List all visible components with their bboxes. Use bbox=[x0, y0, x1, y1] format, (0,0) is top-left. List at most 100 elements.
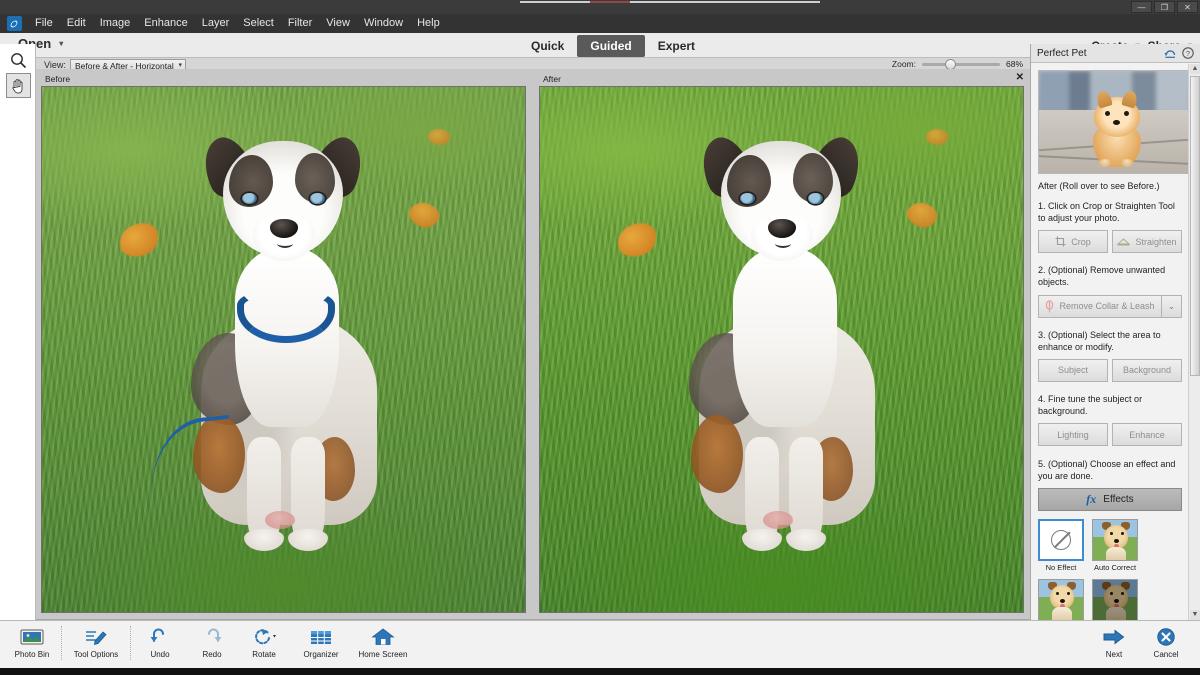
rotate-button[interactable]: Rotate bbox=[238, 624, 290, 659]
enhance-button[interactable]: Enhance bbox=[1112, 423, 1182, 447]
dog-subject bbox=[142, 119, 419, 592]
next-button[interactable]: Next bbox=[1088, 624, 1140, 659]
remove-collar-leash-label: Remove Collar & Leash bbox=[1059, 301, 1155, 312]
after-label: After bbox=[543, 74, 561, 84]
undo-icon bbox=[150, 628, 164, 642]
divider bbox=[130, 626, 131, 660]
scroll-down-icon[interactable]: ▼ bbox=[1190, 610, 1200, 620]
panel-scrollbar[interactable]: ▲ ▼ bbox=[1188, 64, 1200, 620]
background-button[interactable]: Background bbox=[1112, 358, 1182, 382]
bottom-toolbar-right: Next Cancel bbox=[1088, 624, 1192, 659]
reset-icon[interactable] bbox=[1164, 48, 1177, 59]
lighting-button[interactable]: Lighting bbox=[1038, 423, 1108, 447]
pomeranian-subject bbox=[1085, 89, 1149, 167]
guided-edit-panel: Perfect Pet ? After (Roll over to see Be… bbox=[1030, 44, 1200, 620]
photo-bin-button[interactable]: Photo Bin bbox=[6, 624, 58, 659]
menu-item-filter[interactable]: Filter bbox=[281, 14, 319, 33]
home-screen-icon bbox=[371, 628, 395, 645]
rotate-icon bbox=[255, 629, 276, 645]
tab-quick[interactable]: Quick bbox=[518, 35, 577, 57]
hand-tool-button[interactable] bbox=[6, 73, 31, 98]
mode-tabs: Quick Guided Expert bbox=[518, 33, 708, 58]
window-controls: — ❐ ✕ bbox=[1131, 1, 1198, 13]
scroll-up-icon[interactable]: ▲ bbox=[1190, 64, 1200, 74]
menu-bar: File Edit Image Enhance Layer Select Fil… bbox=[0, 14, 1200, 33]
tab-expert[interactable]: Expert bbox=[645, 35, 708, 57]
menu-item-view[interactable]: View bbox=[319, 14, 357, 33]
zoom-control: Zoom: 68% bbox=[891, 58, 1028, 70]
undo-label: Undo bbox=[150, 650, 170, 659]
no-effect-icon bbox=[1051, 530, 1071, 551]
menu-item-layer[interactable]: Layer bbox=[195, 14, 237, 33]
undo-button[interactable]: Undo bbox=[134, 624, 186, 659]
menu-item-select[interactable]: Select bbox=[236, 14, 281, 33]
canvas-area: ✕ Before After bbox=[36, 69, 1030, 620]
cancel-icon bbox=[1157, 628, 1175, 646]
next-arrow-icon bbox=[1103, 629, 1125, 645]
straighten-button[interactable]: Straighten bbox=[1112, 230, 1182, 254]
restore-button[interactable]: ❐ bbox=[1154, 1, 1175, 13]
menu-item-enhance[interactable]: Enhance bbox=[137, 14, 194, 33]
chevron-down-icon[interactable]: ⌄ bbox=[1162, 294, 1182, 318]
before-label: Before bbox=[45, 74, 71, 84]
effects-label: Effects bbox=[1103, 494, 1134, 506]
effects-button[interactable]: fx Effects bbox=[1038, 488, 1182, 512]
bottom-toolbar: Photo Bin Tool Options Undo Redo Rotate … bbox=[0, 620, 1200, 675]
zoom-label: Zoom: bbox=[891, 59, 916, 69]
redo-label: Redo bbox=[202, 650, 222, 659]
scrollbar-thumb[interactable] bbox=[1190, 76, 1200, 376]
application-window: — ❐ ✕ File Edit Image Enhance Layer Sele… bbox=[0, 0, 1200, 675]
cancel-button[interactable]: Cancel bbox=[1140, 624, 1192, 659]
step-2-text: 2. (Optional) Remove unwanted objects. bbox=[1038, 265, 1166, 288]
rotate-label: Rotate bbox=[252, 650, 276, 659]
photo-bin-icon bbox=[20, 629, 44, 645]
redo-button[interactable]: Redo bbox=[186, 624, 238, 659]
title-bar-decoration-accent bbox=[590, 1, 630, 3]
menu-item-window[interactable]: Window bbox=[357, 14, 410, 33]
organizer-label: Organizer bbox=[303, 650, 339, 659]
home-screen-label: Home Screen bbox=[358, 650, 408, 659]
mode-bar: Open ▾ Quick Guided Expert Create ▾ Shar… bbox=[0, 33, 1200, 58]
minimize-button[interactable]: — bbox=[1131, 1, 1152, 13]
menu-item-image[interactable]: Image bbox=[93, 14, 138, 33]
app-logo-icon bbox=[0, 14, 28, 33]
panel-title: Perfect Pet bbox=[1037, 47, 1087, 59]
step-5-text: 5. (Optional) Choose an effect and you a… bbox=[1038, 459, 1176, 482]
preview-image[interactable] bbox=[1038, 70, 1189, 174]
before-image[interactable] bbox=[41, 86, 526, 613]
after-image[interactable] bbox=[539, 86, 1024, 613]
remove-collar-leash-button[interactable]: Remove Collar & Leash bbox=[1038, 294, 1162, 318]
zoom-slider[interactable] bbox=[922, 58, 1000, 70]
menu-item-file[interactable]: File bbox=[28, 14, 60, 33]
photo-bin-label: Photo Bin bbox=[14, 650, 50, 659]
help-icon[interactable]: ? bbox=[1182, 47, 1194, 59]
organizer-button[interactable]: Organizer bbox=[290, 624, 352, 659]
effect-thumb-auto-correct[interactable]: Auto Correct bbox=[1092, 519, 1138, 572]
home-screen-button[interactable]: Home Screen bbox=[352, 624, 414, 659]
footer-strip bbox=[0, 668, 1200, 675]
tab-guided[interactable]: Guided bbox=[577, 34, 645, 57]
preview-caption: After (Roll over to see Before.) bbox=[1038, 181, 1160, 191]
redo-icon bbox=[208, 628, 222, 642]
subject-button[interactable]: Subject bbox=[1038, 358, 1108, 382]
step-1-text: 1. Click on Crop or Straighten Tool to a… bbox=[1038, 201, 1175, 224]
close-button[interactable]: ✕ bbox=[1177, 1, 1198, 13]
hand-icon bbox=[12, 78, 23, 94]
effect-thumb-no-effect[interactable]: No Effect bbox=[1038, 519, 1084, 572]
crop-label: Crop bbox=[1071, 236, 1091, 247]
zoom-tool-button[interactable] bbox=[6, 48, 31, 73]
panel-header: Perfect Pet ? bbox=[1031, 44, 1200, 63]
menu-item-edit[interactable]: Edit bbox=[60, 14, 93, 33]
tool-options-icon bbox=[85, 631, 107, 646]
next-label: Next bbox=[1105, 650, 1123, 659]
tool-options-button[interactable]: Tool Options bbox=[65, 624, 127, 659]
crop-button[interactable]: Crop bbox=[1038, 230, 1108, 254]
dog-leash bbox=[142, 414, 241, 543]
effect-thumb-label: Auto Correct bbox=[1093, 563, 1137, 573]
menu-item-help[interactable]: Help bbox=[410, 14, 447, 33]
zoom-slider-thumb[interactable] bbox=[945, 58, 956, 70]
effect-thumb-sharpen[interactable]: Sharpen bbox=[1038, 579, 1084, 620]
close-icon[interactable]: ✕ bbox=[1016, 73, 1024, 83]
zoom-value: 68% bbox=[1006, 59, 1024, 69]
effect-thumb-4[interactable] bbox=[1092, 579, 1138, 620]
